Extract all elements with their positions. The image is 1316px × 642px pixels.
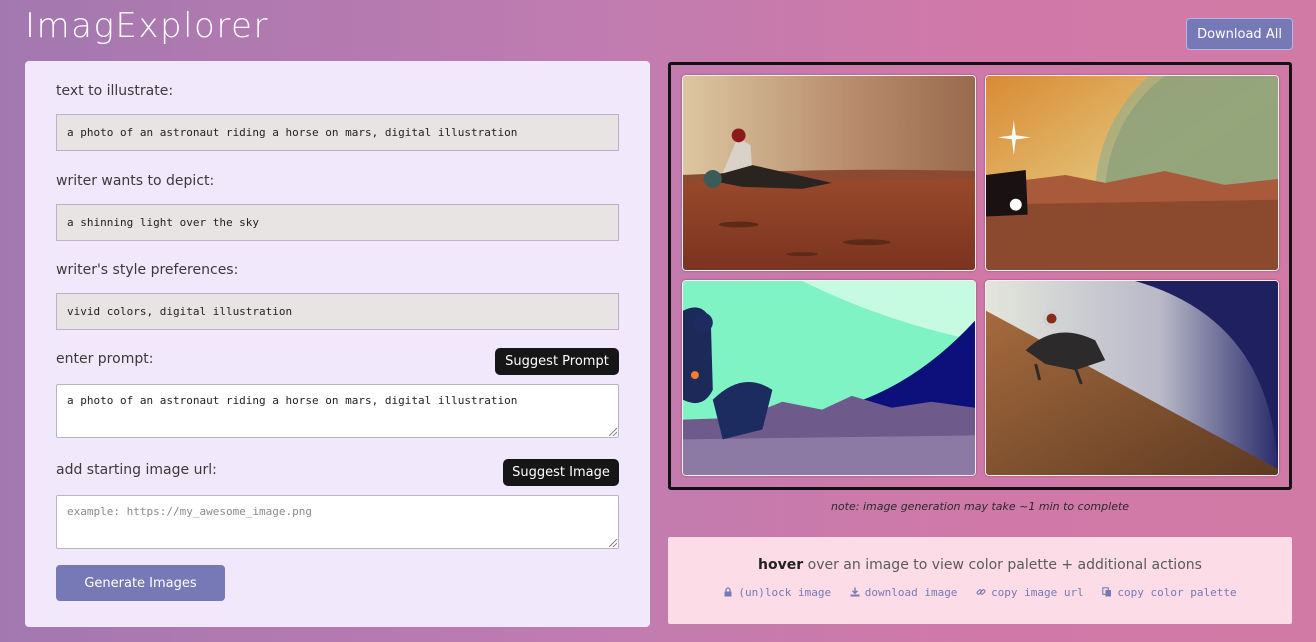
- style-preferences-label: writer's style preferences:: [56, 262, 239, 278]
- hover-hint-bold: hover: [758, 557, 804, 573]
- image-gallery: [668, 62, 1292, 490]
- download-icon: [850, 587, 860, 597]
- writer-depict-label: writer wants to depict:: [56, 173, 215, 189]
- download-image-label: download image: [864, 586, 958, 599]
- image-url-textarea[interactable]: example: https://my_awesome_image.png: [56, 495, 619, 549]
- lock-icon: [724, 587, 732, 597]
- text-to-illustrate-field[interactable]: a photo of an astronaut riding a horse o…: [56, 114, 619, 151]
- image-actions: (un)lock image download image copy image…: [668, 586, 1292, 599]
- hover-hint-text: over an image to view color palette + ad…: [803, 557, 1202, 573]
- enter-prompt-label: enter prompt:: [56, 351, 154, 367]
- unlock-image-action[interactable]: (un)lock image: [723, 586, 831, 599]
- resize-handle[interactable]: [609, 539, 617, 547]
- generated-image-1[interactable]: [682, 75, 976, 271]
- copy-color-palette-label: copy color palette: [1117, 586, 1237, 599]
- download-all-button[interactable]: Download All: [1186, 18, 1293, 50]
- copy-image-url-action[interactable]: copy image url: [976, 586, 1084, 599]
- hover-hint: hover over an image to view color palett…: [668, 557, 1292, 573]
- download-image-action[interactable]: download image: [850, 586, 958, 599]
- copy-image-url-label: copy image url: [991, 586, 1084, 599]
- image-4-art: [986, 281, 1278, 475]
- writer-depict-field[interactable]: a shinning light over the sky: [56, 204, 619, 241]
- app-title: ImagExplorer: [25, 6, 269, 46]
- hover-info-panel: hover over an image to view color palett…: [668, 537, 1292, 624]
- text-to-illustrate-label: text to illustrate:: [56, 83, 174, 99]
- image-url-placeholder: example: https://my_awesome_image.png: [67, 505, 313, 518]
- copy-color-palette-action[interactable]: copy color palette: [1102, 586, 1237, 599]
- suggest-image-button[interactable]: Suggest Image: [503, 459, 619, 486]
- resize-handle[interactable]: [609, 428, 617, 436]
- generated-image-2[interactable]: [985, 75, 1279, 271]
- starting-image-url-label: add starting image url:: [56, 462, 217, 478]
- copy-icon: [1102, 587, 1112, 597]
- unlock-image-label: (un)lock image: [738, 586, 832, 599]
- generation-note: note: image generation may take ~1 min t…: [830, 500, 1130, 513]
- prompt-textarea[interactable]: a photo of an astronaut riding a horse o…: [56, 384, 619, 438]
- image-3-art: [683, 281, 975, 475]
- generate-images-button[interactable]: Generate Images: [56, 565, 225, 601]
- link-icon: [976, 589, 986, 595]
- generated-image-3[interactable]: [682, 280, 976, 476]
- image-1-art: [683, 76, 975, 270]
- style-preferences-field[interactable]: vivid colors, digital illustration: [56, 293, 619, 330]
- generated-image-4[interactable]: [985, 280, 1279, 476]
- suggest-prompt-button[interactable]: Suggest Prompt: [495, 348, 619, 375]
- prompt-text: a photo of an astronaut riding a horse o…: [67, 394, 518, 407]
- image-2-art: [986, 76, 1278, 270]
- prompt-form-panel: text to illustrate: a photo of an astron…: [25, 61, 650, 627]
